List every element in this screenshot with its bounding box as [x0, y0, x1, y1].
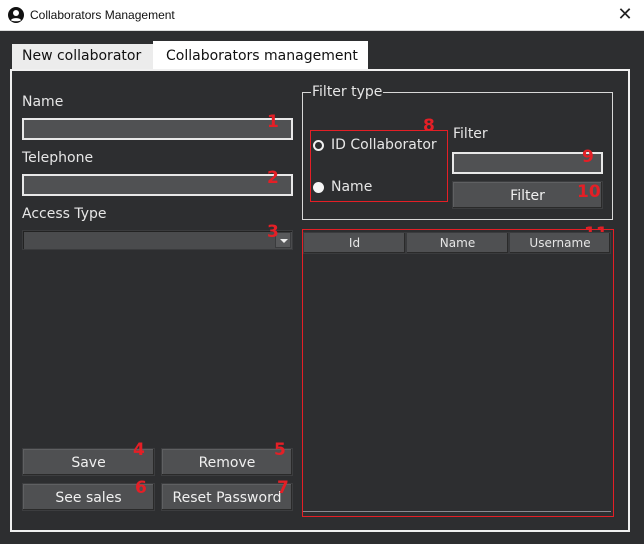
access-type-select[interactable]	[22, 230, 293, 250]
close-button[interactable]: ✕	[614, 4, 636, 26]
name-input[interactable]	[22, 118, 293, 140]
collaborators-table-body[interactable]	[303, 254, 611, 511]
radio-id-collaborator[interactable]: ID Collaborator	[313, 137, 443, 155]
marker-3: 3	[267, 222, 279, 242]
telephone-label: Telephone	[22, 150, 94, 166]
title-bar: Collaborators Management ✕	[0, 0, 644, 31]
marker-4: 4	[133, 440, 145, 460]
column-header-username[interactable]: Username	[509, 232, 611, 254]
column-header-name[interactable]: Name	[406, 232, 509, 254]
close-icon: ✕	[617, 4, 633, 25]
radio-name-label: Name	[331, 179, 373, 195]
marker-7: 7	[277, 478, 289, 498]
column-header-id[interactable]: Id	[303, 232, 406, 254]
radio-id-collaborator-label: ID Collaborator	[331, 137, 437, 153]
name-label: Name	[22, 94, 64, 110]
marker-5: 5	[274, 440, 286, 460]
marker-2: 2	[267, 168, 279, 188]
tab-new-collaborator[interactable]: New collaborator	[12, 44, 153, 69]
marker-9: 9	[582, 147, 594, 167]
filter-label: Filter	[453, 126, 488, 142]
radio-unselected-icon	[313, 140, 324, 151]
reset-password-button[interactable]: Reset Password	[161, 483, 293, 511]
filter-input[interactable]	[452, 152, 603, 174]
marker-10: 10	[577, 182, 601, 202]
marker-8: 8	[423, 116, 435, 136]
table-header: Id Name Username	[303, 232, 611, 254]
marker-1: 1	[267, 112, 279, 132]
marker-6: 6	[135, 478, 147, 498]
telephone-input[interactable]	[22, 174, 293, 196]
user-circle-icon	[8, 7, 24, 23]
radio-selected-icon	[313, 182, 324, 193]
window-title: Collaborators Management	[30, 8, 175, 22]
tab-collaborators-management[interactable]: Collaborators management	[153, 41, 368, 70]
radio-name[interactable]: Name	[313, 179, 393, 197]
access-type-label: Access Type	[22, 206, 107, 222]
table-bottom-border	[303, 511, 611, 512]
filter-type-title: Filter type	[311, 84, 384, 100]
